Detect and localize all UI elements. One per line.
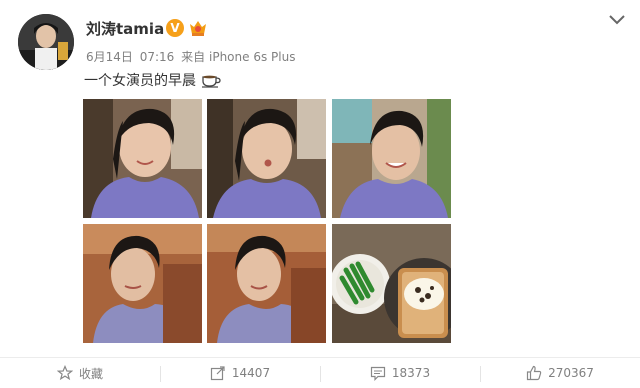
photo-breakfast[interactable] (332, 224, 451, 343)
like-button[interactable]: 270367 (480, 358, 640, 388)
vip-crown-icon (190, 21, 206, 36)
photo-selfie-reclined-2[interactable] (207, 224, 326, 343)
photo-selfie-pout[interactable] (207, 99, 326, 218)
favorite-label: 收藏 (78, 366, 103, 381)
coffee-cup-icon (202, 75, 222, 88)
comment-button[interactable]: 18373 (320, 358, 480, 388)
post-source[interactable]: iPhone 6s Plus (209, 50, 295, 64)
post-meta: 6月14日 07:16 来自 iPhone 6s Plus (86, 48, 295, 65)
post-time[interactable]: 07:16 (140, 50, 175, 64)
photo-selfie-reclined-1[interactable] (83, 224, 202, 343)
avatar[interactable] (18, 14, 74, 70)
repost-count: 14407 (231, 366, 271, 380)
like-count: 270367 (548, 366, 594, 380)
repost-button[interactable]: 14407 (160, 358, 320, 388)
source-prefix: 来自 (181, 50, 206, 64)
post-text: 一个女演员的早晨 (84, 70, 223, 90)
post-text-content: 一个女演员的早晨 (84, 73, 196, 89)
photo-selfie-smile[interactable] (83, 99, 202, 218)
star-icon (56, 365, 73, 381)
comment-icon (370, 366, 386, 381)
action-bar: 收藏 14407 18373 270367 (0, 357, 640, 388)
share-icon (210, 366, 225, 381)
photo-grid (83, 99, 451, 344)
post-date[interactable]: 6月14日 (86, 50, 133, 64)
thumbs-up-icon (526, 365, 542, 381)
photo-selfie-laugh[interactable] (332, 99, 451, 218)
favorite-button[interactable]: 收藏 (0, 358, 160, 388)
verified-badge: V (166, 19, 184, 37)
comment-count: 18373 (391, 366, 431, 380)
chevron-down-icon[interactable] (608, 14, 626, 26)
username[interactable]: 刘涛tamia (86, 18, 164, 39)
